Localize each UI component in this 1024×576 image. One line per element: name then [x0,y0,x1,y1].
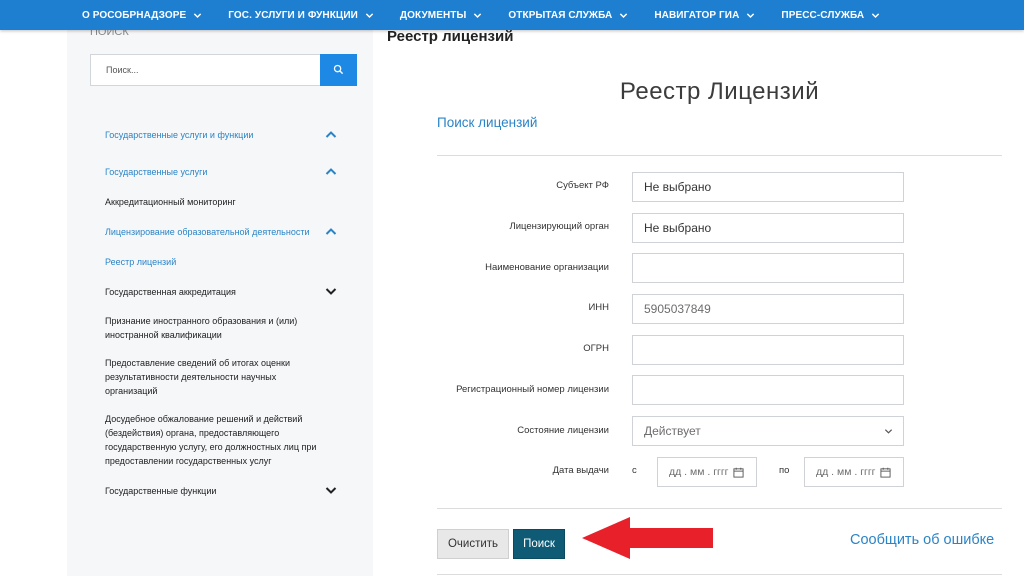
ogrn-field[interactable] [632,335,904,365]
inn-value: 5905037849 [644,302,711,316]
sidebar-item-foreign-education[interactable]: Признание иностранного образования и (ил… [105,314,327,342]
nav-item-about[interactable]: О РОСОБРНАДЗОРЕ [82,10,202,21]
red-arrow-annotation [580,515,715,561]
chevron-up-icon[interactable] [325,167,337,177]
page: О РОСОБРНАДЗОРЕ ГОС. УСЛУГИ И ФУНКЦИИ ДО… [0,0,1024,576]
authority-label: Лицензирующий орган [509,221,609,232]
chevron-down-icon [365,11,374,20]
date-label: Дата выдачи [552,465,609,476]
divider [437,574,1002,575]
clear-button[interactable]: Очистить [437,529,509,559]
registry-heading: Реестр Лицензий [619,78,820,105]
sidebar: ПОИСК Государственные услуги и функции Г… [67,26,373,576]
nav-item-label: ГОС. УСЛУГИ И ФУНКЦИИ [228,9,358,21]
chevron-down-icon [871,11,880,20]
search-input[interactable] [90,54,321,86]
ogrn-label: ОГРН [583,343,609,354]
status-select[interactable]: Действует [632,416,904,446]
subject-value: Не выбрано [644,180,712,194]
chevron-down-icon [884,424,893,438]
nav-item-label: ПРЕСС-СЛУЖБА [781,9,865,21]
calendar-icon[interactable] [880,467,891,478]
sidebar-item-accreditation-monitoring[interactable]: Аккредитационный мониторинг [105,195,340,209]
nav-item-services[interactable]: ГОС. УСЛУГИ И ФУНКЦИИ [228,10,374,21]
sidebar-item-state-accreditation[interactable]: Государственная аккредитация [105,285,340,299]
status-label: Состояние лицензии [517,425,609,436]
chevron-down-icon [473,11,482,20]
nav-item-label: ОТКРЫТАЯ СЛУЖБА [508,9,613,21]
sidebar-item-pretrial-appeal[interactable]: Досудебное обжалование решений и действи… [105,412,325,468]
nav-item-gia-navigator[interactable]: НАВИГАТОР ГИА [654,10,755,21]
divider [437,155,1002,156]
tab-license-search[interactable]: Поиск лицензий [437,115,537,130]
status-value: Действует [644,424,701,438]
chevron-down-icon [619,11,628,20]
nav-item-open-service[interactable]: ОТКРЫТАЯ СЛУЖБА [508,10,628,21]
search-icon [333,63,344,78]
calendar-icon[interactable] [733,467,744,478]
page-title: Реестр лицензий [387,28,514,45]
sidebar-search [90,54,357,86]
org-name-label: Наименование организации [485,262,609,273]
search-submit-button[interactable]: Поиск [513,529,565,559]
top-navigation: О РОСОБРНАДЗОРЕ ГОС. УСЛУГИ И ФУНКЦИИ ДО… [0,0,1024,30]
subject-label: Субъект РФ [556,180,609,191]
chevron-down-icon [193,11,202,20]
nav-item-press[interactable]: ПРЕСС-СЛУЖБА [781,10,880,21]
chevron-down-icon[interactable] [325,287,337,297]
org-name-field[interactable] [632,253,904,283]
date-to-label: по [779,465,790,476]
sidebar-item-state-functions[interactable]: Государственные функции [105,484,340,498]
reg-number-label: Регистрационный номер лицензии [456,384,609,395]
nav-item-label: НАВИГАТОР ГИА [654,9,740,21]
chevron-down-icon[interactable] [325,486,337,496]
nav-item-label: О РОСОБРНАДЗОРЕ [82,9,187,21]
sidebar-item-licensing[interactable]: Лицензирование образовательной деятельно… [105,225,335,239]
date-to-input[interactable]: дд . мм . гггг [804,457,904,487]
search-button[interactable] [320,54,357,86]
nav-item-label: ДОКУМЕНТЫ [399,9,467,21]
date-from-placeholder: дд . мм . гггг [669,466,729,478]
inn-label: ИНН [588,302,609,313]
report-error-link[interactable]: Сообщить об ошибке [850,532,994,548]
authority-select[interactable]: Не выбрано [632,213,904,243]
inn-field[interactable]: 5905037849 [632,294,904,324]
sidebar-item-gov-services[interactable]: Государственные услуги [105,165,340,179]
divider [437,508,1002,509]
subject-select[interactable]: Не выбрано [632,172,904,202]
date-from-label: с [632,465,637,476]
sidebar-item-license-registry[interactable]: Реестр лицензий [105,255,340,269]
date-from-input[interactable]: дд . мм . гггг [657,457,757,487]
chevron-up-icon[interactable] [325,227,337,237]
sidebar-item-research-results[interactable]: Предоставление сведений об итогах оценки… [105,356,315,398]
sidebar-item-gov-services-functions[interactable]: Государственные услуги и функции [105,128,340,142]
date-to-placeholder: дд . мм . гггг [816,466,876,478]
chevron-up-icon[interactable] [325,130,337,140]
reg-number-field[interactable] [632,375,904,405]
nav-item-documents[interactable]: ДОКУМЕНТЫ [400,10,483,21]
authority-value: Не выбрано [644,221,712,235]
chevron-down-icon [746,11,755,20]
